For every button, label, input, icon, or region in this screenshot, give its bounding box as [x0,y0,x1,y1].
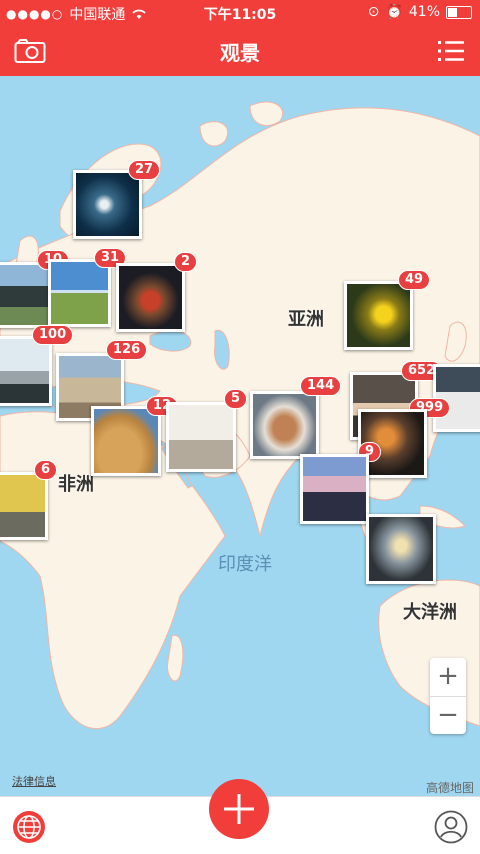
photo-marker-iceland[interactable] [0,262,52,328]
photo-count-badge: 100 [32,325,74,345]
zoom-in-button[interactable]: + [430,658,466,696]
photo-count-badge: 126 [106,340,148,360]
photo-count-badge: 144 [300,376,342,396]
orientation-lock-icon: ⊙ [367,4,380,20]
continent-label-asia: 亚洲 [288,309,324,330]
photo-count-badge: 27 [128,160,161,180]
alarm-icon: ⏰ [385,4,403,20]
photo-marker-harbor[interactable] [0,336,52,406]
continent-label-africa: 非洲 [58,474,94,495]
battery-percent: 41% [408,4,440,20]
photo-count-badge: 5 [224,389,248,409]
photo-marker-beach-sunset[interactable] [366,514,436,584]
photo-marker-sunset-pier[interactable] [300,454,369,524]
photo-marker-west-africa[interactable] [0,472,48,540]
legal-info-link[interactable]: 法律信息 [12,773,56,789]
photo-marker-food[interactable] [250,391,319,459]
photo-marker-storm[interactable] [73,170,142,239]
photo-count-badge: 2 [174,252,198,272]
battery-fill [448,7,457,17]
photo-marker-moscow[interactable] [116,263,185,332]
photo-marker-field[interactable] [48,259,111,327]
list-menu-icon[interactable] [438,38,464,64]
world-map[interactable]: 亚洲 非洲 大洋洲 印度洋 27 10 31 2 49 100 126 12 5… [0,76,480,796]
plus-icon [224,794,254,824]
ocean-label-indian: 印度洋 [218,554,272,575]
photo-marker-mosque[interactable] [166,402,236,472]
photo-marker-flowers[interactable] [344,281,413,350]
zoom-control: + − [430,658,466,734]
page-title: 观景 [220,41,260,65]
battery-icon [446,5,472,19]
continent-label-oceania: 大洋洲 [403,602,457,623]
map-provider-label: 高德地图 [425,781,474,795]
zoom-out-button[interactable]: − [430,697,466,735]
nav-bar: 观景 [0,26,480,76]
globe-icon[interactable] [12,810,46,844]
photo-count-badge: 49 [398,270,431,290]
profile-icon[interactable] [434,810,468,844]
add-button[interactable] [209,779,269,839]
tab-bar [0,779,480,854]
status-bar: ●●●●○ 中国联通 下午11:05 ⊙ ⏰ 41% [0,0,480,26]
photo-marker-egypt[interactable] [91,406,161,476]
photo-count-badge: 6 [34,460,58,480]
